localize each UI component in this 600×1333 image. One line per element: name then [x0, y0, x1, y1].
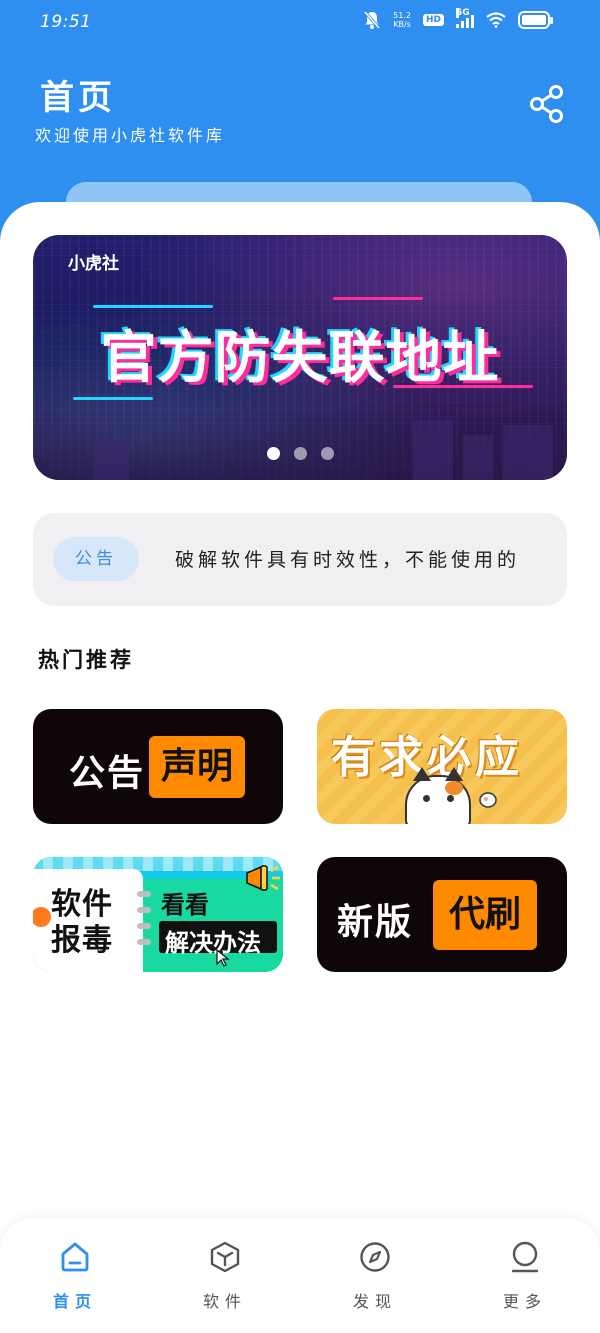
banner-carousel[interactable]: 小虎社 官方防失联地址	[33, 235, 567, 480]
banner-brand: 小虎社	[68, 254, 119, 274]
bottom-navigation: 首页 软件 发现 更多	[0, 1218, 600, 1333]
signal-icon: 5G	[456, 8, 474, 28]
home-icon	[61, 1242, 89, 1272]
tile-box-text: 代刷	[433, 880, 537, 950]
status-time: 19:51	[40, 12, 92, 32]
main-content: 小虎社 官方防失联地址 公告 破解软件具有时效性，不能使用的 热门推荐 公告 声…	[0, 202, 600, 1232]
banner-streak	[93, 305, 213, 308]
tile-box-text: 声明	[149, 736, 245, 798]
compass-icon	[360, 1242, 390, 1272]
tile-virus-warning[interactable]: 软件 报毒 看看 解决办法	[33, 857, 283, 972]
tile-text-line2: 报毒	[51, 923, 113, 958]
section-title-hot: 热门推荐	[38, 648, 134, 672]
notice-text: 破解软件具有时效性，不能使用的	[175, 549, 521, 571]
banner-streak	[73, 397, 153, 400]
nav-label: 更多	[502, 1292, 547, 1311]
nav-label: 软件	[202, 1292, 247, 1311]
banner-streak	[333, 297, 423, 300]
cat-illustration	[405, 767, 471, 824]
banner-dot[interactable]	[267, 447, 280, 460]
cube-icon	[210, 1241, 240, 1273]
page-subtitle: 欢迎使用小虎社软件库	[35, 126, 226, 145]
banner-title: 官方防失联地址	[100, 326, 500, 391]
status-icons: 51.2 KB/s HD 5G	[363, 8, 553, 30]
network-speed: 51.2 KB/s	[393, 11, 411, 29]
megaphone-icon	[246, 865, 280, 891]
battery-icon	[518, 11, 553, 29]
nav-item-home[interactable]: 首页	[35, 1240, 115, 1320]
tile-announcement[interactable]: 公告 声明	[33, 709, 283, 824]
paw-icon	[479, 792, 497, 808]
user-icon	[511, 1241, 539, 1273]
notice-bar[interactable]: 公告 破解软件具有时效性，不能使用的	[33, 513, 567, 606]
nav-label: 发现	[352, 1292, 397, 1311]
cursor-icon	[216, 949, 230, 967]
banner-dot[interactable]	[294, 447, 307, 460]
page-title: 首页	[40, 78, 116, 118]
banner-dot[interactable]	[321, 447, 334, 460]
tile-request[interactable]: 有求必应	[317, 709, 567, 824]
hd-badge: HD	[422, 14, 444, 26]
bell-muted-icon	[364, 11, 381, 29]
notice-badge: 公告	[53, 537, 139, 581]
nav-item-software[interactable]: 软件	[185, 1240, 265, 1320]
tile-text: 公告	[69, 753, 146, 794]
wifi-icon	[486, 12, 506, 28]
tile-new-version[interactable]: 新版 代刷	[317, 857, 567, 972]
nav-item-discover[interactable]: 发现	[335, 1240, 415, 1320]
banner-pagination	[267, 447, 334, 460]
share-icon[interactable]	[528, 84, 566, 124]
status-bar: 19:51 51.2 KB/s HD 5G	[0, 0, 600, 46]
nav-label: 首页	[52, 1292, 97, 1311]
banner-cityscape	[33, 410, 567, 480]
tile-text: 新版	[337, 902, 414, 943]
tile-text-right2: 解决办法	[165, 929, 261, 957]
tile-text-right1: 看看	[161, 891, 209, 919]
nav-item-more[interactable]: 更多	[485, 1240, 565, 1320]
